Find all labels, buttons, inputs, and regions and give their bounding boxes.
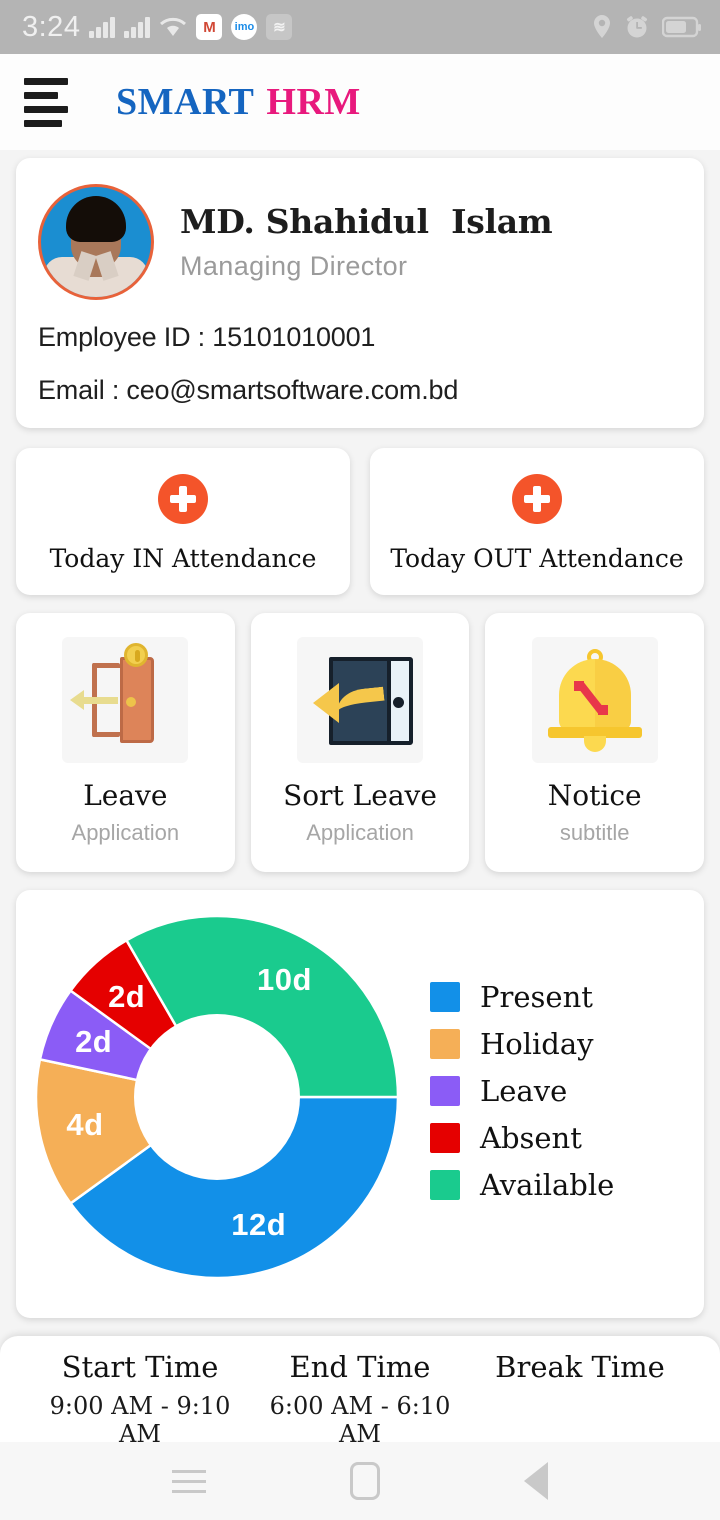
start-time-label: Start Time (61, 1350, 219, 1384)
legend-swatch-icon (430, 1169, 460, 1200)
profile-header: MD. Shahidul Islam Managing Director (38, 184, 682, 300)
home-icon[interactable] (350, 1462, 380, 1500)
plus-circle-icon-2 (512, 474, 562, 524)
tile-sort-leave-title: Sort Leave (283, 779, 437, 812)
legend-label: Absent (480, 1120, 582, 1155)
donut-label-absent: 2d (108, 978, 146, 1014)
tile-notice-subtitle: subtitle (559, 820, 630, 845)
legend-swatch-icon (430, 1028, 460, 1059)
end-time-label: End Time (289, 1350, 431, 1384)
legend-item-leave: Leave (430, 1074, 614, 1108)
legend-item-holiday: Holiday (430, 1027, 614, 1061)
donut-label-holiday: 4d (66, 1107, 104, 1143)
battery-icon (662, 16, 701, 38)
signal-bars-icon (89, 16, 116, 38)
start-time-column: Start Time 9:00 AM - 9:10 AM (30, 1350, 250, 1448)
end-time-value: 6:00 AM - 6:10 AM (269, 1392, 451, 1448)
stack-icon: ≋ (266, 14, 293, 40)
brand-smart: SMART (116, 81, 255, 123)
legend-swatch-icon (430, 1122, 460, 1153)
legend-item-absent: Absent (430, 1121, 614, 1155)
wifi-icon (160, 17, 187, 36)
legend-label: Leave (480, 1073, 568, 1108)
legend-label: Holiday (480, 1026, 594, 1061)
android-nav-bar (0, 1442, 720, 1520)
legend-swatch-icon (430, 981, 460, 1012)
brand-hrm: HRM (266, 81, 361, 123)
donut-hole (134, 1014, 300, 1180)
imo-icon: imo (231, 14, 258, 40)
bell-percent-icon (531, 637, 658, 763)
signal-bars-icon-2 (124, 16, 151, 38)
today-in-attendance-button[interactable]: Today IN Attendance (16, 448, 350, 595)
break-time-label: Break Time (495, 1350, 665, 1384)
back-icon[interactable] (524, 1462, 548, 1500)
legend-item-present: Present (430, 980, 614, 1014)
tile-leave[interactable]: Leave Application (16, 613, 235, 872)
chart-legend: Present Holiday Leave Absent Available (430, 980, 614, 1215)
status-bar: 3:24 M imo ≋ (0, 0, 720, 54)
attendance-donut-chart[interactable]: 12d 4d 2d 2d 10d (36, 916, 398, 1278)
profile-text: MD. Shahidul Islam Managing Director (180, 202, 553, 282)
profile-name: MD. Shahidul Islam (180, 202, 553, 241)
donut-label-present: 12d (231, 1207, 287, 1243)
door-arrow-icon (297, 637, 423, 763)
work-times-card: Start Time 9:00 AM - 9:10 AM End Time 6:… (0, 1336, 720, 1448)
tile-leave-subtitle: Application (71, 820, 180, 845)
hamburger-menu-icon[interactable] (24, 77, 70, 127)
today-out-attendance-button[interactable]: Today OUT Attendance (370, 448, 704, 595)
tile-sort-leave-subtitle: Application (306, 820, 414, 845)
tile-leave-title: Leave (83, 779, 168, 812)
end-time-column: End Time 6:00 AM - 6:10 AM (250, 1350, 470, 1448)
profile-card: MD. Shahidul Islam Managing Director Emp… (16, 158, 704, 428)
employee-email: Email : ceo@smartsoftware.com.bd (38, 375, 459, 405)
today-out-attendance-label: Today OUT Attendance (390, 544, 684, 573)
employee-id: Employee ID : 15101010001 (38, 322, 376, 352)
tile-notice-title: Notice (547, 779, 642, 812)
door-exit-icon (62, 637, 189, 763)
gmail-icon: M (196, 14, 223, 40)
avatar[interactable] (38, 184, 154, 300)
attendance-chart-card: 12d 4d 2d 2d 10d Present Holiday Leave Absent Av… (16, 890, 704, 1318)
today-in-attendance-label: Today IN Attendance (49, 544, 317, 573)
tile-sort-leave[interactable]: Sort Leave Application (250, 613, 470, 872)
profile-role: Managing Director (180, 251, 408, 281)
legend-label: Present (480, 979, 593, 1014)
status-time: 3:24 (22, 10, 81, 43)
start-time-value: 9:00 AM - 9:10 AM (49, 1392, 231, 1448)
donut-label-leave: 2d (75, 1024, 113, 1060)
app-brand: SMART HRM (116, 80, 361, 124)
main-content: MD. Shahidul Islam Managing Director Emp… (0, 158, 720, 1318)
tile-notice[interactable]: Notice subtitle (485, 613, 705, 872)
app-bar: SMART HRM (0, 54, 720, 150)
recents-icon[interactable] (172, 1469, 206, 1493)
location-pin-icon (594, 15, 610, 38)
legend-swatch-icon (430, 1075, 460, 1106)
status-bar-right (592, 14, 702, 40)
plus-circle-icon (158, 474, 208, 524)
legend-item-available: Available (430, 1168, 614, 1202)
legend-label: Available (480, 1167, 615, 1202)
status-bar-left: 3:24 M imo ≋ (22, 11, 592, 44)
attendance-row: Today IN Attendance Today OUT Attendance (16, 448, 704, 595)
donut-label-available: 10d (257, 962, 312, 998)
break-time-column: Break Time (470, 1350, 690, 1442)
alarm-clock-icon (626, 16, 648, 38)
phone-screen: 3:24 M imo ≋ SMART HRM MD. Shahidul Isla… (0, 0, 720, 1520)
tiles-row: Leave Application Sort Leave Application (16, 613, 705, 872)
